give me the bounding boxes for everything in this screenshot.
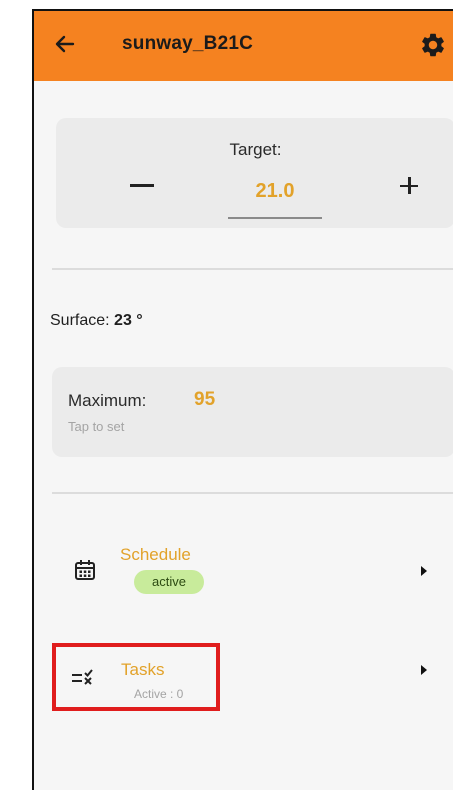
schedule-title: Schedule bbox=[120, 545, 191, 564]
surface-temperature: Surface: 23 ° bbox=[50, 312, 143, 330]
plus-icon[interactable] bbox=[396, 172, 422, 198]
maximum-hint: Tap to set bbox=[68, 419, 125, 434]
decrement-button[interactable] bbox=[118, 170, 166, 204]
minus-icon bbox=[130, 184, 154, 187]
target-input-underline bbox=[228, 217, 322, 219]
maximum-card[interactable]: Maximum: 95 Tap to set bbox=[52, 367, 453, 457]
schedule-row[interactable]: Schedule active bbox=[52, 533, 453, 609]
chevron-right-icon bbox=[421, 665, 427, 675]
target-value-input[interactable]: 21.0 bbox=[228, 180, 322, 203]
app-screen: sunway_B21C Target: 21.0 Surface: 23 ° M… bbox=[32, 9, 453, 790]
tasks-title: Tasks bbox=[121, 660, 165, 679]
maximum-value: 95 bbox=[194, 389, 216, 410]
surface-value: 23 ° bbox=[114, 312, 143, 329]
chevron-right-icon bbox=[421, 566, 427, 576]
device-title: sunway_B21C bbox=[122, 33, 254, 54]
back-arrow-icon[interactable] bbox=[52, 31, 78, 57]
app-bar: sunway_B21C bbox=[34, 11, 453, 81]
target-label: Target: bbox=[229, 140, 282, 159]
target-card: Target: 21.0 bbox=[56, 118, 453, 228]
calendar-icon bbox=[72, 557, 98, 583]
maximum-label: Maximum: bbox=[68, 391, 147, 410]
status-badge: active bbox=[134, 570, 204, 594]
tasks-checklist-icon bbox=[70, 667, 98, 689]
tasks-active-count: Active : 0 bbox=[134, 687, 184, 701]
divider bbox=[52, 492, 453, 494]
surface-label: Surface: bbox=[50, 312, 110, 329]
gear-icon[interactable] bbox=[419, 31, 447, 59]
tasks-row[interactable]: Tasks Active : 0 bbox=[52, 637, 453, 713]
divider bbox=[52, 268, 453, 270]
